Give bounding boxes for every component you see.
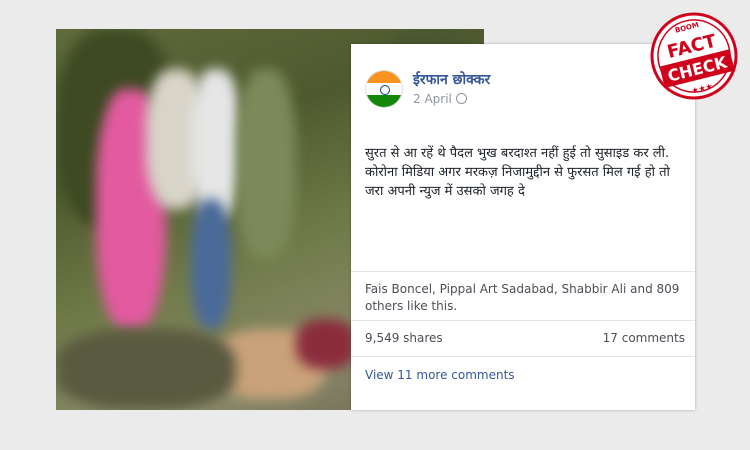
post-text-line2: कोरोना मिडिया अगर मरकज़ निजामुद्दीन से फ… [365, 165, 670, 199]
post-text-line1: सुरत से आ रहें थे पैदल भुख बरदाश्त नहीं … [365, 146, 670, 161]
divider [351, 320, 695, 321]
post-text: सुरत से आ रहें थे पैदल भुख बरदाश्त नहीं … [365, 144, 687, 201]
globe-icon [455, 93, 467, 104]
shares-count[interactable]: 9,549 shares [365, 331, 443, 345]
post-header: ईरफान छोक्कर 2 April [365, 70, 685, 110]
fact-check-stamp: BOOM FACT CHECK ★★★ [650, 12, 738, 100]
divider [351, 271, 695, 272]
flag-icon [380, 85, 390, 95]
post-meta: 2 April [413, 92, 467, 106]
likes-summary[interactable]: Fais Boncel, Pippal Art Sadabad, Shabbir… [365, 281, 687, 315]
author-name[interactable]: ईरफान छोक्कर [413, 70, 490, 89]
view-more-comments-link[interactable]: View 11 more comments [365, 368, 515, 382]
post-card: ईरफान छोक्कर 2 April सुरत से आ रहें थे प… [351, 44, 695, 410]
divider [351, 356, 695, 357]
comments-count[interactable]: 17 comments [603, 331, 685, 345]
avatar[interactable] [365, 70, 403, 108]
post-date[interactable]: 2 April [413, 92, 452, 106]
